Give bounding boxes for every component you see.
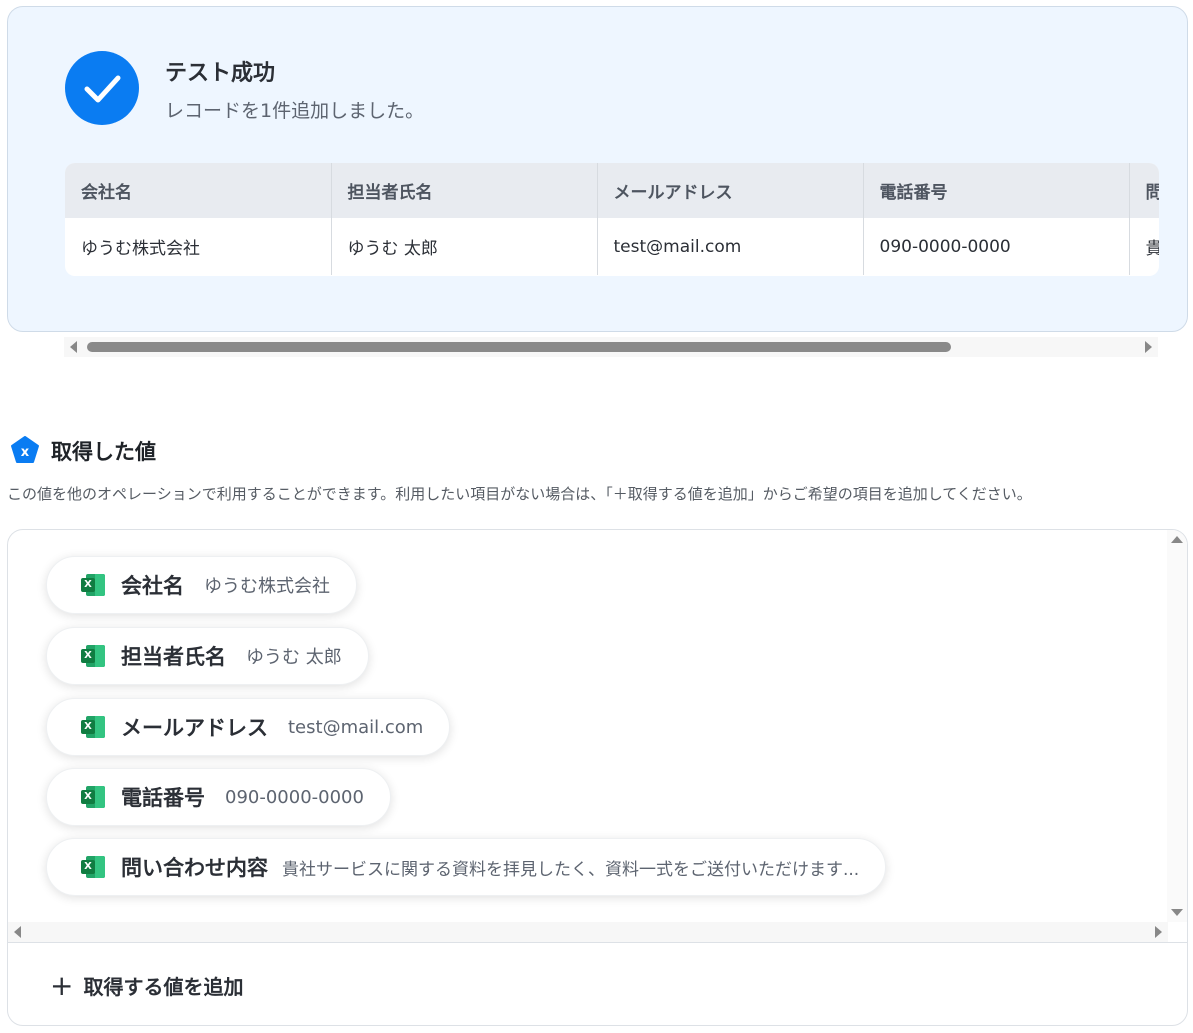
column-header: 会社名: [65, 163, 332, 218]
horizontal-scrollbar[interactable]: [8, 922, 1168, 942]
excel-icon: X: [81, 645, 105, 667]
scroll-right-icon[interactable]: [1155, 926, 1162, 938]
scroll-left-icon[interactable]: [14, 926, 21, 938]
value-key: 担当者氏名: [121, 645, 226, 669]
column-header: 問い合わせ内容: [1129, 163, 1159, 218]
scroll-down-icon[interactable]: [1171, 909, 1183, 916]
value-chip[interactable]: X メールアドレス test@mail.com: [46, 698, 451, 756]
value-text: 090-0000-0000: [225, 786, 364, 808]
success-message: レコードを1件追加しました。: [165, 100, 425, 122]
value-key: 問い合わせ内容: [121, 856, 268, 880]
value-chip[interactable]: X 問い合わせ内容 貴社サービスに関する資料を拝見したく、資料一式をご送付いただけま…: [46, 838, 887, 896]
table-cell: test@mail.com: [597, 218, 864, 275]
scroll-up-icon[interactable]: [1171, 536, 1183, 543]
table-cell: 090-0000-0000: [863, 218, 1130, 275]
scrollbar-thumb[interactable]: [87, 342, 951, 352]
test-success-panel: テスト成功 レコードを1件追加しました。 会社名 担当者氏名 メールアドレス 電…: [7, 6, 1188, 332]
result-table: 会社名 担当者氏名 メールアドレス 電話番号 問い合わせ内容 ゆうむ株式会社 ゆ…: [65, 163, 1159, 276]
vertical-scrollbar[interactable]: [1167, 530, 1187, 922]
section-title: 取得した値: [51, 440, 156, 464]
plus-icon: +: [50, 968, 74, 1002]
svg-text:x: x: [21, 445, 30, 460]
variable-pentagon-icon: x: [11, 436, 39, 463]
scroll-right-icon[interactable]: [1145, 341, 1152, 353]
table-row: ゆうむ株式会社 ゆうむ 太郎 test@mail.com 090-0000-00…: [65, 218, 1159, 275]
success-title: テスト成功: [165, 61, 276, 86]
excel-icon: X: [81, 856, 105, 878]
table-header-row: 会社名 担当者氏名 メールアドレス 電話番号 問い合わせ内容: [65, 163, 1159, 218]
scroll-left-icon[interactable]: [70, 341, 77, 353]
add-value-label: 取得する値を追加: [83, 974, 244, 999]
excel-icon: X: [81, 786, 105, 808]
table-cell: ゆうむ 太郎: [331, 218, 598, 275]
table-horizontal-scrollbar[interactable]: [64, 337, 1158, 357]
value-chip[interactable]: X 担当者氏名 ゆうむ 太郎: [46, 627, 369, 685]
value-text: ゆうむ株式会社: [204, 576, 330, 597]
value-text: 貴社サービスに関する資料を拝見したく、資料一式をご送付いただけます...: [282, 859, 860, 880]
value-chip[interactable]: X 電話番号 090-0000-0000: [46, 768, 391, 826]
excel-icon: X: [81, 716, 105, 738]
value-text: test@mail.com: [288, 716, 424, 738]
section-description: この値を他のオペレーションで利用することができます。利用したい項目がない場合は、…: [7, 485, 1032, 503]
acquired-values-panel: X 会社名 ゆうむ株式会社 X 担当者氏名 ゆうむ 太郎 X メールアドレス test@ma…: [7, 529, 1188, 1026]
table-cell: ゆうむ株式会社: [65, 218, 332, 275]
table-cell: 貴社サービスに関する資料を拝見したく、資料一式をご送付いただけます...: [1129, 218, 1159, 275]
excel-icon: X: [81, 574, 105, 596]
value-text: ゆうむ 太郎: [246, 647, 342, 668]
column-header: メールアドレス: [597, 163, 864, 218]
column-header: 電話番号: [863, 163, 1130, 218]
value-key: 会社名: [121, 574, 184, 598]
value-key: メールアドレス: [121, 716, 268, 740]
check-circle-icon: [65, 51, 139, 125]
add-value-button[interactable]: + 取得する値を追加: [8, 942, 1187, 1025]
column-header: 担当者氏名: [331, 163, 598, 218]
value-chip[interactable]: X 会社名 ゆうむ株式会社: [46, 556, 357, 614]
value-key: 電話番号: [121, 786, 205, 810]
